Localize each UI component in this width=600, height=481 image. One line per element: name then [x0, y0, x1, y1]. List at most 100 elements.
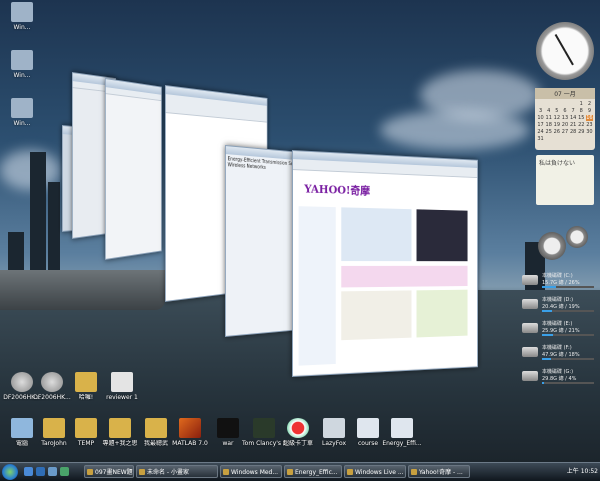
start-button[interactable]: [2, 464, 18, 480]
drive-meter[interactable]: 本機磁碟 (G:) 29.8G 總 / 4%: [522, 368, 598, 386]
calendar-day[interactable]: 2: [586, 101, 593, 107]
calendar-day[interactable]: 15: [578, 115, 585, 121]
calendar-grid[interactable]: 1 2 3 4 5 6 7 8 9 10 11 12 13 14 15 16 17 18 19 20 21 22 23 24 2…: [535, 99, 595, 144]
calendar-day[interactable]: 9: [586, 108, 593, 114]
taskbar-button[interactable]: 未命名 - 小畫家: [136, 465, 218, 478]
icon-label: Win...: [13, 72, 31, 79]
usage-bar: [542, 286, 594, 288]
flip3d-icon[interactable]: [48, 467, 57, 476]
desktop-icon[interactable]: reviewer 1: [100, 372, 144, 401]
calendar-day[interactable]: 23: [586, 122, 593, 128]
computer-icon: [11, 418, 33, 438]
usage-bar: [542, 382, 594, 384]
desktop-icon[interactable]: Win...: [0, 50, 44, 79]
calendar-day[interactable]: 5: [553, 108, 560, 114]
drive-name: 本機磁碟 (G:): [542, 369, 574, 375]
calendar-day[interactable]: 6: [561, 108, 568, 114]
usage-bar: [542, 358, 594, 360]
calendar-day[interactable]: 22: [578, 122, 585, 128]
document-icon: [111, 372, 133, 392]
system-clock[interactable]: 上午 10:52: [567, 465, 598, 478]
calendar-day[interactable]: 29: [578, 129, 585, 135]
hard-drive-icon: [522, 347, 538, 357]
desktop-icon[interactable]: Win...: [0, 98, 44, 127]
flip3d-window-browser[interactable]: YAHOO!奇摩: [292, 150, 478, 377]
drive-meter[interactable]: 本機磁碟 (C:) 15.7G 總 / 26%: [522, 272, 598, 290]
calendar-day[interactable]: 20: [561, 122, 568, 128]
usage-fill: [542, 382, 545, 384]
calendar-day[interactable]: 7: [570, 108, 577, 114]
calendar-day[interactable]: 25: [545, 129, 552, 135]
window-icon: [11, 2, 33, 22]
sticky-note-gadget[interactable]: 私は負けない: [536, 155, 594, 205]
calendar-day[interactable]: 10: [537, 115, 544, 121]
calendar-day[interactable]: 31: [537, 136, 544, 142]
desktop-icon[interactable]: Energy_Effi...: [380, 418, 424, 447]
taskbar-button[interactable]: Windows Live ...: [344, 465, 406, 478]
hard-drive-icon: [522, 371, 538, 381]
drive-info: 47.9G 總 / 18%: [542, 352, 580, 358]
folder-icon: [145, 418, 167, 438]
calendar-gadget[interactable]: 07 一月 1 2 3 4 5 6 7 8 9 10 11 12 13 14 15 16 17 18 19 20 21 2…: [535, 88, 595, 150]
calendar-day[interactable]: 21: [570, 122, 577, 128]
taskbar-button[interactable]: Windows Med...: [220, 465, 282, 478]
calendar-day[interactable]: 14: [570, 115, 577, 121]
calendar-month: 07 一月: [535, 88, 595, 99]
icon-label: Win...: [13, 24, 31, 31]
calendar-day[interactable]: 19: [553, 122, 560, 128]
calendar-day[interactable]: 13: [561, 115, 568, 121]
category-menu[interactable]: [298, 206, 336, 366]
taskbar-button[interactable]: Energy_Effic...: [284, 465, 342, 478]
usage-fill: [542, 286, 556, 288]
web-page: YAHOO!奇摩: [292, 170, 478, 375]
calendar-day[interactable]: 24: [537, 129, 544, 135]
calendar-day[interactable]: 3: [537, 108, 544, 114]
internet-explorer-icon[interactable]: [36, 467, 45, 476]
photo-grid[interactable]: [341, 290, 412, 341]
window-icon: [11, 50, 33, 70]
usage-fill: [542, 334, 553, 336]
calendar-day[interactable]: 17: [537, 122, 544, 128]
feature-panel[interactable]: [416, 289, 468, 338]
folder-icon: [75, 372, 97, 392]
calendar-day[interactable]: 16: [585, 115, 593, 121]
matlab-icon: [179, 418, 201, 438]
folder-icon: [109, 418, 131, 438]
drive-info: 15.7G 總 / 26%: [542, 280, 580, 286]
icon-label: Win...: [13, 120, 31, 127]
calendar-day[interactable]: 12: [553, 115, 560, 121]
calendar-day: [545, 101, 552, 107]
news-panel[interactable]: [341, 207, 412, 262]
ad-banner[interactable]: [416, 209, 468, 262]
calendar-day[interactable]: 8: [578, 108, 585, 114]
flip3d-window-media[interactable]: [105, 78, 162, 260]
desktop: Win... Win... Win... DF2006HK... DF2006H…: [0, 0, 600, 462]
drive-info: 20.4G 總 / 19%: [542, 304, 580, 310]
calendar-day[interactable]: 30: [586, 129, 593, 135]
calendar-day[interactable]: 28: [570, 129, 577, 135]
drive-name: 本機磁碟 (E:): [542, 321, 573, 327]
desktop-icon[interactable]: Win...: [0, 2, 44, 31]
media-player-icon[interactable]: [60, 467, 69, 476]
drive-meter[interactable]: 本機磁碟 (F:) 47.9G 總 / 18%: [522, 344, 598, 362]
clock-gadget[interactable]: [536, 22, 594, 80]
calendar-day[interactable]: 26: [553, 129, 560, 135]
promo-banner[interactable]: [341, 265, 468, 288]
calendar-day[interactable]: 4: [545, 108, 552, 114]
calendar-day[interactable]: 27: [561, 129, 568, 135]
drive-meter[interactable]: 本機磁碟 (D:) 20.4G 總 / 19%: [522, 296, 598, 314]
folder-icon: [43, 418, 65, 438]
taskbar-button[interactable]: 097畫NEW題...: [84, 465, 134, 478]
calendar-day[interactable]: 1: [578, 101, 585, 107]
drive-meter[interactable]: 本機磁碟 (E:) 25.9G 總 / 21%: [522, 320, 598, 338]
taskbar-button[interactable]: Yahoo!奇摩 - ...: [408, 465, 470, 478]
cpu-meter-gadget[interactable]: [536, 226, 594, 266]
drive-name: 本機磁碟 (F:): [542, 345, 572, 351]
game-icon: [253, 418, 275, 438]
calendar-day[interactable]: 11: [545, 115, 552, 121]
drive-info: 29.8G 總 / 4%: [542, 376, 577, 382]
usage-fill: [542, 358, 552, 360]
calendar-day: [537, 101, 544, 107]
show-desktop-icon[interactable]: [24, 467, 33, 476]
calendar-day[interactable]: 18: [545, 122, 552, 128]
